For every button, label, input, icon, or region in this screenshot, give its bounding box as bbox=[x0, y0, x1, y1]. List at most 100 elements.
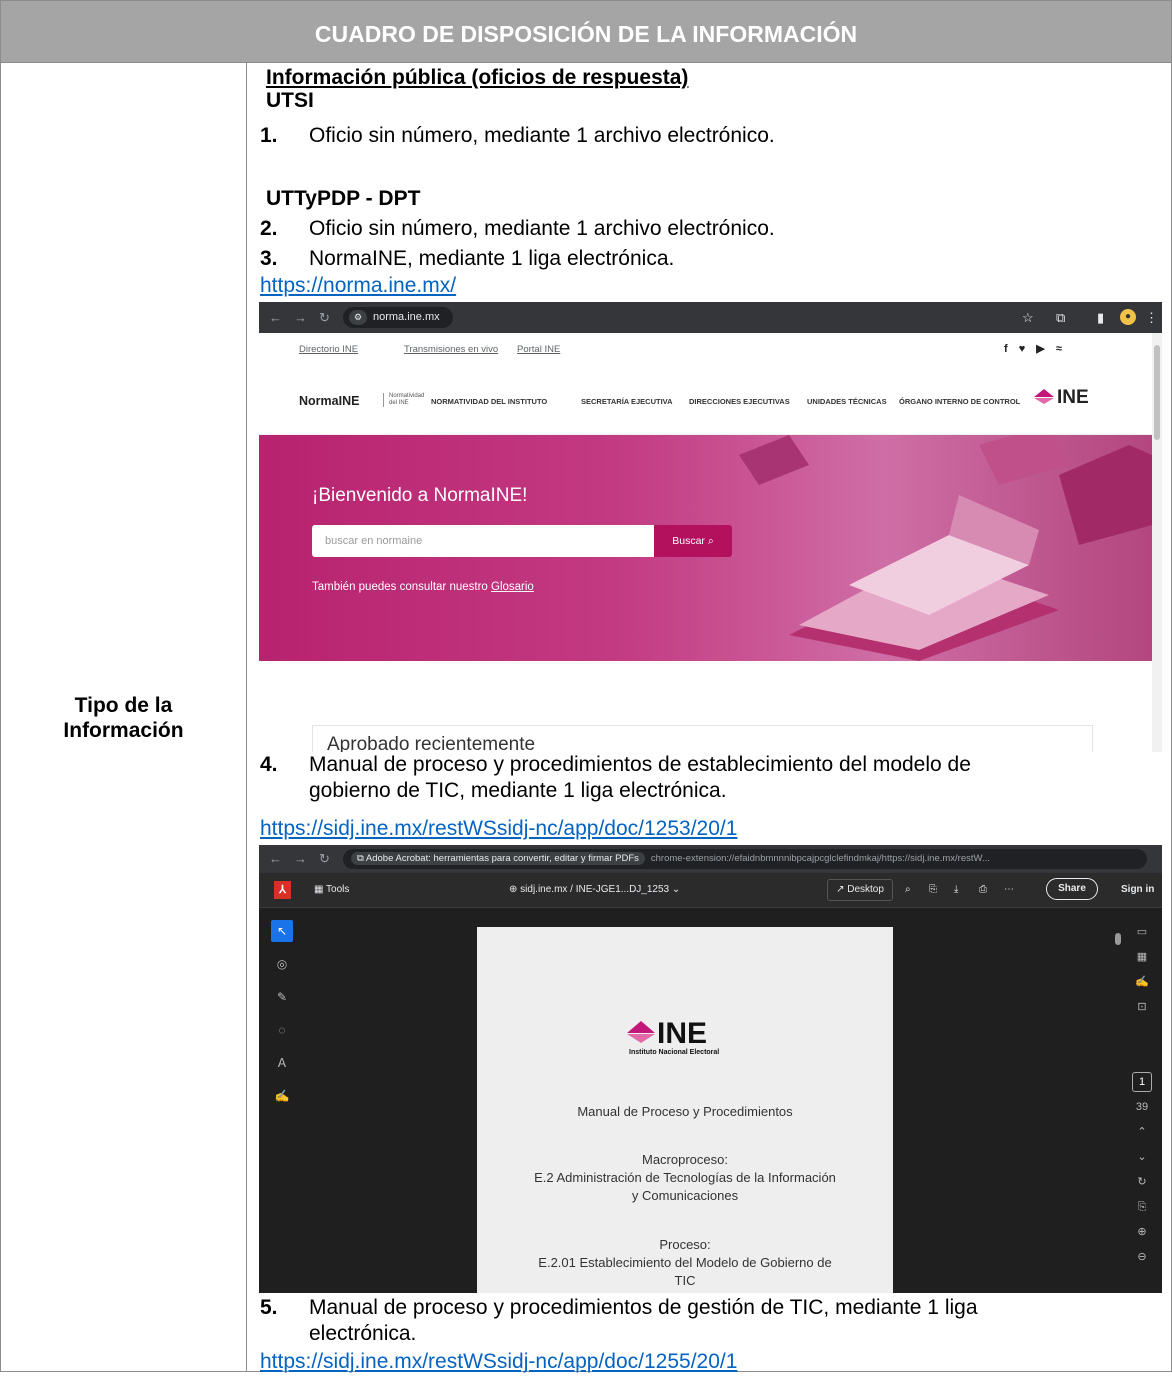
zoom-out-icon[interactable]: ⊖ bbox=[1127, 1245, 1157, 1270]
search-button-label: Buscar bbox=[672, 535, 705, 547]
pdf-macro-line1: E.2 Administración de Tecnologías de la … bbox=[534, 1170, 836, 1185]
ine-logo-icon: INE Instituto Nacional Electoral bbox=[627, 1017, 719, 1056]
list-item-3: 3. NormaINE, mediante 1 liga electrónica. bbox=[260, 247, 674, 271]
sign-tool-icon[interactable]: ✍ bbox=[271, 1085, 293, 1107]
menu-normatividad[interactable]: NORMATIVIDAD DEL INSTITUTO bbox=[431, 397, 547, 406]
pdf-macro-line2: y Comunicaciones bbox=[631, 1188, 739, 1203]
link-manual-1255[interactable]: https://sidj.ine.mx/restWSsidj-nc/app/do… bbox=[260, 1350, 737, 1374]
scrollbar-thumb[interactable] bbox=[1154, 345, 1160, 440]
back-icon[interactable]: ← bbox=[269, 302, 282, 333]
menu-organo[interactable]: ÓRGANO INTERNO DE CONTROL bbox=[899, 397, 1020, 406]
menu-unidades[interactable]: UNIDADES TÉCNICAS bbox=[807, 397, 887, 406]
extensions-icon[interactable]: ⧉ bbox=[1056, 302, 1065, 333]
more-icon[interactable]: ⋯ bbox=[1004, 884, 1014, 895]
document-path[interactable]: ⊕ sidj.ine.mx / INE-JGE1...DJ_1253 ⌄ bbox=[509, 884, 680, 895]
list-number: 2. bbox=[260, 217, 278, 240]
fill-sign-icon[interactable]: ✍ bbox=[1127, 970, 1157, 995]
link-manual-1253[interactable]: https://sidj.ine.mx/restWSsidj-nc/app/do… bbox=[260, 817, 737, 841]
share-button[interactable]: Share bbox=[1046, 878, 1098, 900]
copy-icon[interactable]: ⎘ bbox=[929, 884, 937, 895]
normaine-brand-sub: Normatividad del INE bbox=[383, 393, 424, 407]
desktop-button[interactable]: ↗ Desktop bbox=[827, 879, 893, 901]
list-number: 4. bbox=[260, 753, 278, 776]
menu-direcciones[interactable]: DIRECCIONES EJECUTIVAS bbox=[689, 397, 790, 406]
normaine-brand[interactable]: NormaINE bbox=[299, 394, 359, 408]
acrobat-left-tools: ↖ ◎ ✎ ◌ Ａ ✍ bbox=[271, 920, 293, 1120]
list-text: Manual de proceso y procedimientos de es… bbox=[309, 753, 971, 776]
welcome-title: ¡Bienvenido a NormaINE! bbox=[312, 485, 528, 506]
bookmark-star-icon[interactable]: ☆ bbox=[1022, 302, 1034, 333]
address-bar[interactable]: ⧉ Adobe Acrobat: herramientas para conve… bbox=[343, 849, 1147, 869]
ine-logo: INE bbox=[1031, 385, 1101, 413]
rotate-icon[interactable]: ↻ bbox=[1127, 1170, 1157, 1195]
row-label-line1: Tipo de la bbox=[74, 694, 173, 717]
list-item-1: 1. Oficio sin número, mediante 1 archivo … bbox=[260, 124, 775, 148]
link-normaine[interactable]: https://norma.ine.mx/ bbox=[260, 274, 456, 298]
top-link-directorio[interactable]: Directorio INE bbox=[299, 344, 358, 355]
svg-text:INE: INE bbox=[1057, 387, 1089, 408]
site-info-icon[interactable]: ⚙ bbox=[349, 310, 367, 325]
menu-icon[interactable]: ⋮ bbox=[1145, 302, 1158, 333]
social-icons[interactable]: f ♥ ▶ ≈ bbox=[1004, 342, 1066, 355]
list-number: 5. bbox=[260, 1296, 278, 1319]
forward-icon[interactable]: → bbox=[294, 302, 307, 333]
comment-tool-icon[interactable]: ◎ bbox=[271, 953, 293, 975]
table-header: CUADRO DE DISPOSICIÓN DE LA INFORMACIÓN bbox=[0, 0, 1172, 63]
scrollbar[interactable] bbox=[1152, 333, 1162, 752]
pdf-process-line2: TIC bbox=[674, 1273, 696, 1288]
draw-tool-icon[interactable]: ✎ bbox=[271, 986, 293, 1008]
screenshot-pdf-viewer: ← → ↻ ⧉ Adobe Acrobat: herramientas para… bbox=[259, 845, 1162, 1293]
profile-avatar-icon[interactable]: ● bbox=[1120, 309, 1136, 325]
menu-secretaria[interactable]: SECRETARÍA EJECUTIVA bbox=[581, 397, 673, 406]
chevron-down-icon[interactable]: ⌄ bbox=[1127, 1145, 1157, 1170]
group-uttypdp: UTTyPDP - DPT bbox=[266, 187, 421, 210]
pdf-page: INE Instituto Nacional Electoral Manual … bbox=[477, 927, 893, 1293]
sidepanel-icon[interactable]: ▮ bbox=[1097, 302, 1104, 333]
list-item-2: 2. Oficio sin número, mediante 1 archivo … bbox=[260, 217, 775, 241]
zoom-in-icon[interactable]: ⊕ bbox=[1127, 1220, 1157, 1245]
extension-chip[interactable]: ⧉ Adobe Acrobat: herramientas para conve… bbox=[351, 852, 645, 865]
acrobat-logo-icon: ⅄ bbox=[274, 881, 291, 899]
page-number-box[interactable]: 1 bbox=[1127, 1070, 1157, 1095]
list-number: 3. bbox=[260, 247, 278, 270]
recent-approved-heading: Aprobado recientemente bbox=[312, 725, 1093, 752]
search-icon[interactable]: ⌕ bbox=[905, 884, 911, 895]
print-icon[interactable]: ⎙ bbox=[979, 884, 987, 895]
chevron-up-icon[interactable]: ⌃ bbox=[1127, 1120, 1157, 1145]
pdf-scrollbar-thumb[interactable] bbox=[1115, 933, 1121, 945]
current-page[interactable]: 1 bbox=[1132, 1072, 1152, 1092]
text-tool-icon[interactable]: Ａ bbox=[271, 1052, 293, 1074]
download-icon[interactable]: ⤓ bbox=[954, 884, 958, 895]
globe-icon: ⊕ bbox=[509, 884, 521, 895]
reload-icon[interactable]: ↻ bbox=[319, 302, 330, 333]
comments-panel-icon[interactable]: ▭ bbox=[1127, 920, 1157, 945]
search-input[interactable]: buscar en normaine bbox=[312, 525, 654, 557]
list-text: Oficio sin número, mediante 1 archivo el… bbox=[309, 124, 775, 147]
browser-toolbar: ← → ↻ ⚙ norma.ine.mx ☆ ⧉ ▮ ● ⋮ bbox=[259, 302, 1162, 333]
back-icon[interactable]: ← bbox=[269, 845, 282, 876]
pdf-scrollbar[interactable] bbox=[1115, 927, 1121, 1293]
save-page-icon[interactable]: ⎘ bbox=[1127, 1195, 1157, 1220]
acrobat-right-tools: ▭ ▦ ✍ ⊡ 1 39 ⌃ ⌄ ↻ ⎘ ⊕ ⊖ bbox=[1127, 920, 1157, 1293]
pdf-ine-logo: INE Instituto Nacional Electoral bbox=[477, 1009, 893, 1069]
lasso-tool-icon[interactable]: ◌ bbox=[271, 1019, 293, 1041]
protect-icon[interactable]: ⊡ bbox=[1127, 995, 1157, 1020]
select-tool-icon[interactable]: ↖ bbox=[271, 920, 293, 942]
svg-text:INE: INE bbox=[657, 1017, 707, 1050]
tools-icon: ▦ bbox=[314, 884, 327, 895]
top-link-portal[interactable]: Portal INE bbox=[517, 344, 560, 355]
reload-icon[interactable]: ↻ bbox=[319, 845, 330, 876]
glossary-link[interactable]: Glosario bbox=[491, 581, 534, 593]
tools-button[interactable]: ▦ Tools bbox=[314, 884, 349, 895]
top-link-transmisiones[interactable]: Transmisiones en vivo bbox=[404, 344, 498, 355]
address-bar[interactable]: ⚙ norma.ine.mx bbox=[343, 307, 453, 328]
sign-in-button[interactable]: Sign in bbox=[1121, 884, 1154, 895]
thumbnails-icon[interactable]: ▦ bbox=[1127, 945, 1157, 970]
search-button[interactable]: Buscar ⌕ bbox=[654, 525, 732, 557]
address-text: chrome-extension://efaidnbmnnnibpcajpcgl… bbox=[650, 853, 990, 864]
browser-toolbar: ← → ↻ ⧉ Adobe Acrobat: herramientas para… bbox=[259, 845, 1162, 873]
forward-icon[interactable]: → bbox=[294, 845, 307, 876]
list-text: NormaINE, mediante 1 liga electrónica. bbox=[309, 247, 675, 270]
books-illustration bbox=[739, 435, 1152, 661]
total-pages: 39 bbox=[1135, 1101, 1149, 1113]
